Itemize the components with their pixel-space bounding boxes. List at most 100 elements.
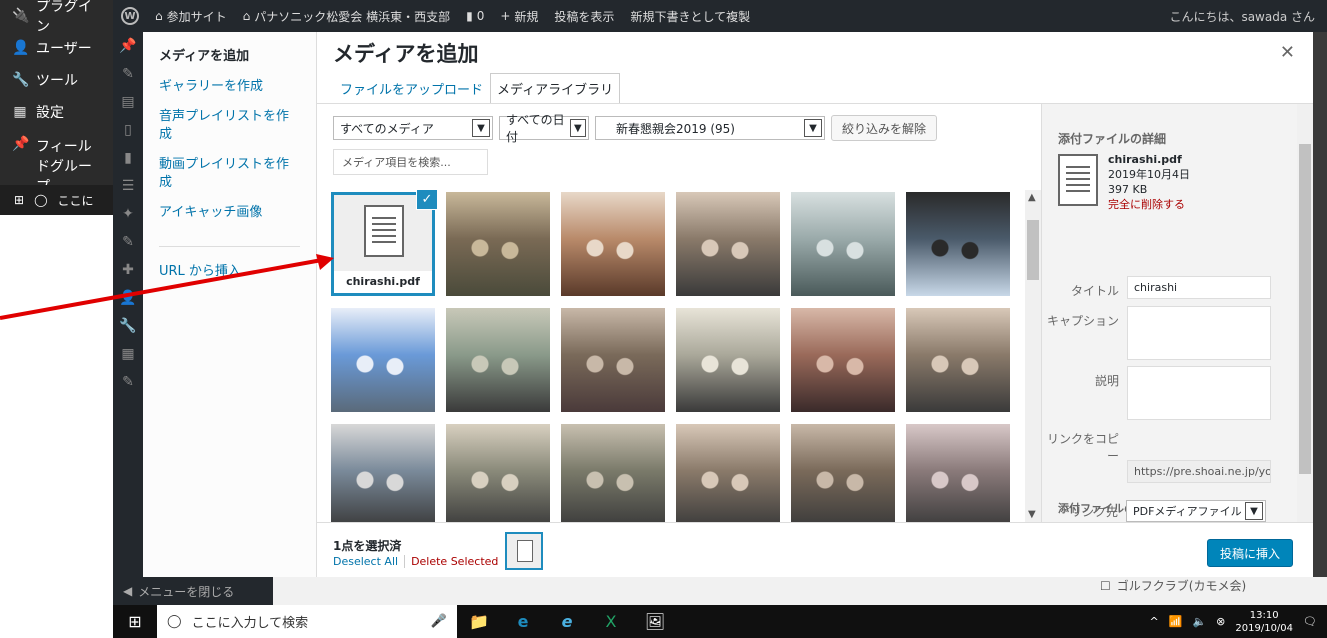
attachment-chirashi-pdf[interactable]: chirashi.pdf ✓	[331, 190, 438, 296]
photo-thumbnail[interactable]	[561, 308, 665, 412]
menu-featured-image[interactable]: アイキャッチ画像	[143, 198, 316, 228]
photo-thumbnail[interactable]	[791, 424, 895, 522]
clock[interactable]: 13:10 2019/10/04	[1235, 609, 1293, 635]
details-scrollbar[interactable]	[1297, 104, 1313, 522]
photo-thumbnail[interactable]	[791, 192, 895, 296]
checkmark-icon[interactable]: ✓	[416, 190, 438, 210]
title-row: タイトル chirashi	[1042, 276, 1313, 299]
collapse-menu-button[interactable]: ◀ メニューを閉じる	[113, 577, 273, 605]
plugins-icon[interactable]: ✚	[113, 256, 143, 284]
pages-icon[interactable]: ▯	[113, 116, 143, 144]
insert-into-post-button[interactable]: 投稿に挿入	[1206, 539, 1293, 567]
edge-icon[interactable]: e	[501, 612, 545, 631]
photo-thumbnail[interactable]	[331, 424, 435, 522]
tab-media-library[interactable]: メディアライブラリ	[490, 73, 621, 104]
volume-icon[interactable]: 🔈	[1192, 615, 1206, 628]
wp-logo-button[interactable]: W	[113, 7, 147, 25]
photo-thumbnail[interactable]	[446, 424, 550, 522]
file-explorer-icon[interactable]: 📁	[457, 612, 501, 631]
photo-thumbnail[interactable]	[331, 308, 435, 412]
scroll-down-icon[interactable]: ▼	[1028, 509, 1036, 520]
grid-scrollbar[interactable]: ▲ ▼	[1025, 190, 1041, 522]
appearance-icon[interactable]: ✎	[113, 228, 143, 256]
taskbar-search-box[interactable]: ◯ ここに入力して検索 🎤	[157, 605, 457, 638]
photo-thumbnail[interactable]	[446, 192, 550, 296]
notification-icon[interactable]: 🗨	[1303, 615, 1317, 628]
custom-fields-icon[interactable]: ✎	[113, 368, 143, 396]
scrollbar-thumb[interactable]	[1027, 220, 1039, 280]
category-checkbox-golf[interactable]: ☐ ゴルフクラブ(カモメ会)	[1100, 577, 1246, 594]
media-type-select[interactable]: すべてのメディア ▼	[333, 116, 493, 140]
photo-thumbnail[interactable]	[906, 424, 1010, 522]
media-icon[interactable]: ▤	[113, 88, 143, 116]
selected-thumbnail[interactable]	[505, 532, 543, 570]
album-select[interactable]: 新春懇親会2019 (95) ▼	[595, 116, 825, 140]
tab-upload-files[interactable]: ファイルをアップロード	[333, 73, 490, 104]
wrench-icon: 🔧	[12, 72, 30, 88]
details-heading: 添付ファイルの詳細	[1058, 132, 1167, 146]
settings-icon[interactable]: ▦	[113, 340, 143, 368]
new-content-link[interactable]: + 新規	[492, 8, 546, 25]
view-post-link[interactable]: 投稿を表示	[546, 8, 622, 25]
menu-item-plugins[interactable]: 🔌 プラグイン	[0, 0, 117, 35]
link-to-select[interactable]: PDFメディアファイル ▼	[1126, 500, 1266, 522]
photos-icon[interactable]: 🖼	[633, 612, 677, 631]
excel-icon[interactable]: X	[589, 612, 633, 631]
details-scrollbar-thumb[interactable]	[1299, 144, 1311, 474]
user-icon[interactable]: 👤	[113, 284, 143, 312]
close-circle-icon[interactable]: ⊗	[1216, 615, 1225, 628]
wrench-icon[interactable]: 🔧	[113, 312, 143, 340]
photo-thumbnail[interactable]	[676, 308, 780, 412]
chevron-up-icon[interactable]: ^	[1150, 615, 1159, 628]
media-search-input[interactable]: メディア項目を検索...	[333, 149, 488, 175]
comments-link[interactable]: ▮ 0	[458, 9, 492, 23]
date-select[interactable]: すべての日付 ▼	[499, 113, 589, 144]
menu-item-users[interactable]: 👤 ユーザー	[0, 32, 117, 64]
menu-item-field-groups[interactable]: 📌フィールドグループ	[0, 128, 117, 195]
site-name-link[interactable]: ⌂ パナソニック松愛会 横浜東・西支部	[235, 8, 458, 25]
title-field[interactable]: chirashi	[1127, 276, 1271, 299]
description-field[interactable]	[1127, 366, 1271, 420]
link-url-field[interactable]: https://pre.shoai.ne.jp/yoko	[1127, 460, 1271, 483]
plugin-icon[interactable]: ✦	[113, 200, 143, 228]
menu-create-audio-playlist[interactable]: 音声プレイリストを作成	[143, 102, 316, 150]
menu-insert-from-url[interactable]: URL から挿入	[143, 257, 316, 287]
menu-create-video-playlist[interactable]: 動画プレイリストを作成	[143, 150, 316, 198]
caption-field[interactable]	[1127, 306, 1271, 360]
menu-create-gallery[interactable]: ギャラリーを作成	[143, 72, 316, 102]
network-icon[interactable]: 📶	[1169, 615, 1183, 628]
sites-icon: ⌂	[155, 9, 163, 23]
duplicate-draft-link[interactable]: 新規下書きとして複製	[622, 8, 758, 25]
internet-explorer-icon[interactable]: e	[545, 612, 589, 631]
windows-start-button[interactable]: ⊞	[113, 612, 157, 631]
comments-icon[interactable]: ▮	[113, 144, 143, 172]
photo-thumbnail[interactable]	[906, 308, 1010, 412]
photo-thumbnail[interactable]	[676, 192, 780, 296]
photo-thumbnail[interactable]	[676, 424, 780, 522]
photo-thumbnail[interactable]	[446, 308, 550, 412]
description-row: 説明	[1042, 366, 1313, 420]
microphone-icon[interactable]: 🎤	[431, 614, 457, 629]
close-icon[interactable]: ✕	[1280, 42, 1295, 63]
menu-insert-media[interactable]: メディアを追加	[143, 42, 316, 72]
windows-search-stub[interactable]: ⊞ ◯ ここに	[0, 185, 117, 215]
delete-permanently-link[interactable]: 完全に削除する	[1108, 197, 1190, 212]
user-greeting[interactable]: こんにちは、sawada さん	[1161, 8, 1327, 25]
my-sites-link[interactable]: ⌂ 参加サイト	[147, 8, 235, 25]
document-icon	[517, 540, 533, 562]
photo-thumbnail[interactable]	[561, 192, 665, 296]
menu-item-settings[interactable]: ▦ 設定	[0, 96, 117, 128]
deselect-all-link[interactable]: Deselect All	[333, 555, 398, 568]
pin-icon[interactable]: 📌	[113, 32, 143, 60]
clear-filters-button[interactable]: 絞り込みを解除	[831, 115, 938, 141]
document-icon	[1058, 154, 1098, 206]
menu-item-tools[interactable]: 🔧 ツール	[0, 64, 117, 96]
forms-icon[interactable]: ☰	[113, 172, 143, 200]
photo-thumbnail[interactable]	[791, 308, 895, 412]
scroll-up-icon[interactable]: ▲	[1028, 192, 1036, 203]
search-circle-icon: ◯	[167, 614, 182, 629]
posts-icon[interactable]: ✎	[113, 60, 143, 88]
delete-selected-link[interactable]: Delete Selected	[404, 555, 499, 568]
photo-thumbnail[interactable]	[906, 192, 1010, 296]
photo-thumbnail[interactable]	[561, 424, 665, 522]
